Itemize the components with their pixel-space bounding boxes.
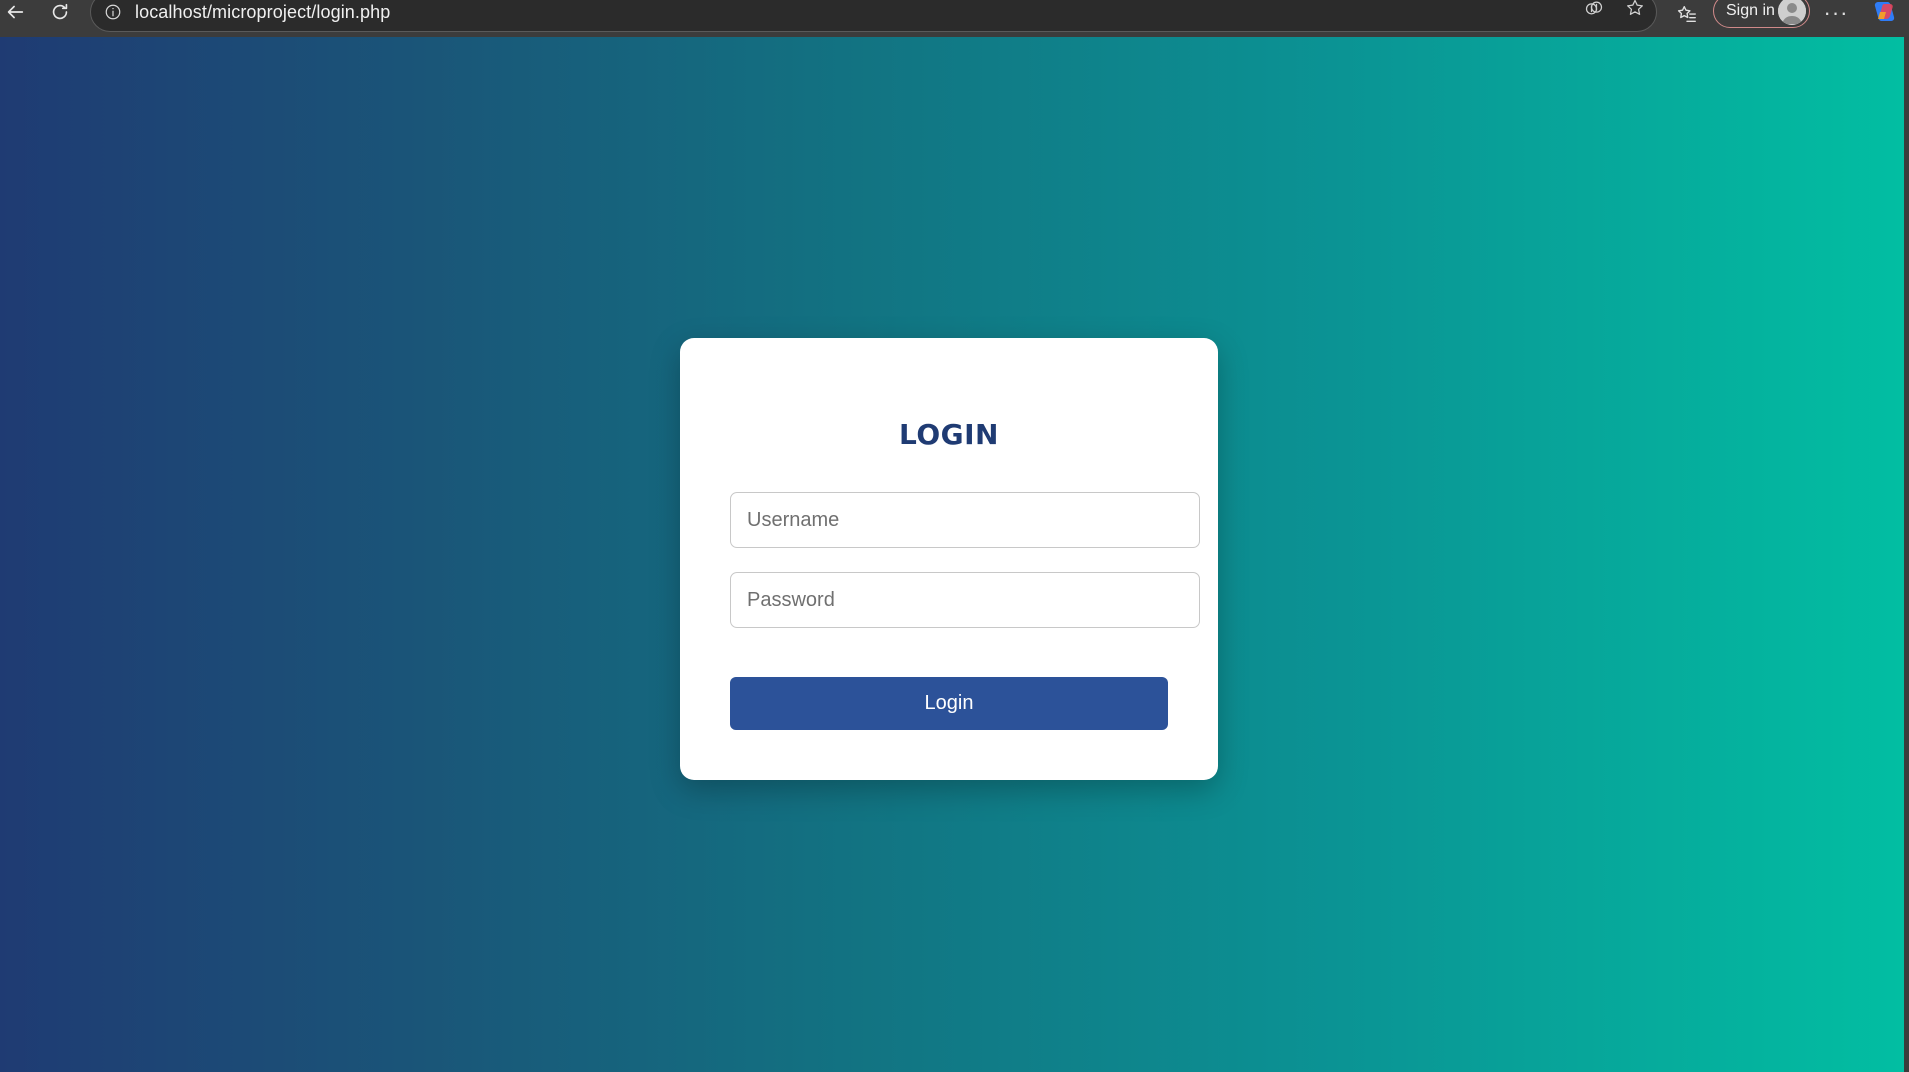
arrow-left-icon: [7, 5, 24, 19]
info-icon[interactable]: [103, 2, 123, 22]
star-icon[interactable]: [1622, 0, 1648, 21]
avatar-icon: [1778, 0, 1806, 25]
username-input[interactable]: [730, 492, 1200, 548]
reload-button[interactable]: [45, 0, 75, 27]
login-card: LOGIN Login: [680, 338, 1218, 780]
browser-toolbar: localhost/microproject/login.php Sign in…: [0, 0, 1909, 37]
window-edge: [1904, 37, 1909, 1072]
sign-in-label: Sign in: [1726, 2, 1775, 19]
address-bar[interactable]: localhost/microproject/login.php: [90, 0, 1657, 32]
login-button[interactable]: Login: [730, 677, 1168, 730]
back-button[interactable]: [0, 0, 30, 27]
read-aloud-icon[interactable]: [1581, 0, 1607, 21]
url-text[interactable]: localhost/microproject/login.php: [135, 2, 390, 23]
sign-in-button[interactable]: Sign in: [1713, 0, 1810, 28]
page-background: LOGIN Login: [0, 37, 1904, 1072]
password-input[interactable]: [730, 572, 1200, 628]
reload-icon: [52, 3, 68, 20]
more-menu-button[interactable]: ···: [1820, 0, 1852, 26]
login-title: LOGIN: [899, 418, 999, 451]
favorites-list-icon[interactable]: [1673, 0, 1701, 28]
copilot-icon[interactable]: [1870, 0, 1898, 26]
